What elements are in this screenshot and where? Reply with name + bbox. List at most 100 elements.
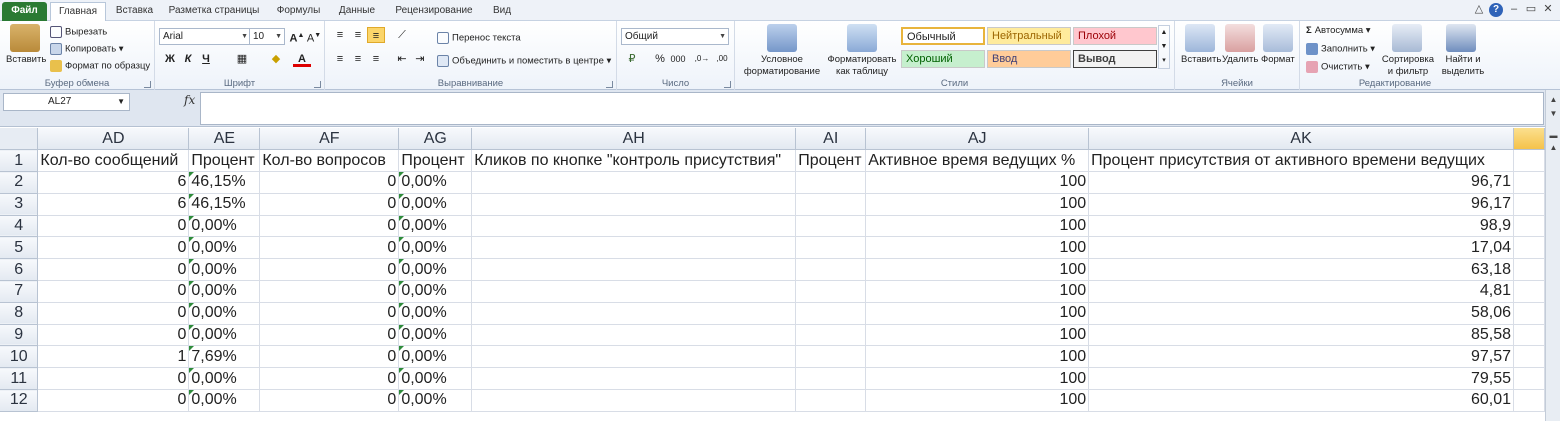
cell-af[interactable]: 0: [259, 280, 400, 303]
cell-al[interactable]: [1513, 324, 1545, 347]
cell-ai[interactable]: [795, 280, 867, 303]
cell[interactable]: Кликов по кнопке "контроль присутствия": [471, 149, 797, 173]
cell-aj[interactable]: 100: [865, 324, 1090, 347]
font-launcher-icon[interactable]: [314, 81, 321, 88]
collapse-ribbon-icon[interactable]: △: [1472, 3, 1486, 17]
cell-ag[interactable]: 0,00%: [398, 324, 473, 347]
shrink-font-button[interactable]: A▼: [305, 28, 323, 45]
bold-button[interactable]: Ж: [161, 51, 179, 67]
cell-ad[interactable]: 6: [37, 171, 190, 194]
format-as-table-icon[interactable]: [847, 24, 877, 52]
cell-ae[interactable]: 46,15%: [188, 193, 261, 216]
cell-ak[interactable]: 17,04: [1088, 236, 1515, 260]
cell-aj[interactable]: 100: [865, 345, 1090, 369]
cell-aj[interactable]: 100: [865, 258, 1090, 282]
cell-aj[interactable]: 100: [865, 236, 1090, 260]
cell-af[interactable]: 0: [259, 324, 400, 347]
underline-button[interactable]: Ч: [197, 51, 215, 67]
cell-ai[interactable]: [795, 302, 867, 325]
increase-indent-icon[interactable]: ⇥: [411, 51, 429, 67]
cell[interactable]: Процент: [795, 149, 867, 173]
cell[interactable]: Процент: [188, 149, 261, 173]
column-header-aj[interactable]: AJ: [865, 128, 1090, 151]
style-input[interactable]: Ввод: [987, 50, 1071, 68]
cell-ad[interactable]: 1: [37, 345, 190, 369]
minimize-icon[interactable]: –: [1507, 3, 1521, 17]
cell-aj[interactable]: 100: [865, 193, 1090, 216]
fill-button[interactable]: Заполнить ▾: [1306, 43, 1375, 56]
restore-icon[interactable]: ▭: [1524, 3, 1538, 17]
number-launcher-icon[interactable]: [724, 81, 731, 88]
scroll-up-icon[interactable]: ▲: [1548, 142, 1559, 153]
cell-ai[interactable]: [795, 215, 867, 238]
tab-file[interactable]: Файл: [2, 2, 47, 21]
cell-ad[interactable]: 0: [37, 302, 190, 325]
cell-ae[interactable]: 0,00%: [188, 302, 261, 325]
cell-al[interactable]: [1513, 236, 1545, 260]
cell-ae[interactable]: 7,69%: [188, 345, 261, 369]
tab-formulas[interactable]: Формулы: [271, 2, 326, 21]
style-normal[interactable]: Обычный: [901, 27, 985, 45]
align-top-icon[interactable]: ≡: [331, 27, 349, 43]
cell-ag[interactable]: 0,00%: [398, 389, 473, 412]
style-neutral[interactable]: Нейтральный: [987, 27, 1071, 45]
cell[interactable]: Процент: [398, 149, 473, 173]
cell-ag[interactable]: 0,00%: [398, 345, 473, 369]
decrease-decimal-icon[interactable]: ,00: [713, 51, 731, 67]
cell-ah[interactable]: [471, 258, 797, 282]
cell-ai[interactable]: [795, 324, 867, 347]
sort-filter-icon[interactable]: [1392, 24, 1422, 52]
column-header-ah[interactable]: AH: [471, 128, 797, 151]
cell-ah[interactable]: [471, 236, 797, 260]
column-header-ae[interactable]: AE: [188, 128, 261, 151]
font-name-select[interactable]: Arial ▼: [159, 28, 251, 45]
cell-ah[interactable]: [471, 215, 797, 238]
borders-icon[interactable]: ▦: [233, 51, 251, 67]
cell-ak[interactable]: 60,01: [1088, 389, 1515, 412]
row-header[interactable]: 11: [0, 367, 39, 391]
cell-ah[interactable]: [471, 345, 797, 369]
cell-ai[interactable]: [795, 258, 867, 282]
cell-af[interactable]: 0: [259, 236, 400, 260]
cell[interactable]: Процент присутствия от активного времени…: [1088, 149, 1515, 173]
cell-ah[interactable]: [471, 324, 797, 347]
row-header[interactable]: 1: [0, 149, 39, 173]
cell-ag[interactable]: 0,00%: [398, 302, 473, 325]
cell-ad[interactable]: 6: [37, 193, 190, 216]
scroll-down-icon[interactable]: ▼: [1548, 108, 1559, 119]
align-bottom-icon[interactable]: ≡: [367, 27, 385, 43]
cell[interactable]: Кол-во вопросов: [259, 149, 400, 173]
tab-home[interactable]: Главная: [50, 2, 106, 22]
cell-af[interactable]: 0: [259, 258, 400, 282]
cell-ai[interactable]: [795, 389, 867, 412]
cell-ae[interactable]: 0,00%: [188, 258, 261, 282]
font-size-select[interactable]: 10 ▼: [249, 28, 285, 45]
cell-ah[interactable]: [471, 389, 797, 412]
cell-ae[interactable]: 0,00%: [188, 236, 261, 260]
cell-af[interactable]: 0: [259, 389, 400, 412]
tab-data[interactable]: Данные: [334, 2, 380, 21]
cell-ai[interactable]: [795, 345, 867, 369]
help-icon[interactable]: ?: [1489, 3, 1503, 17]
row-header[interactable]: 3: [0, 193, 39, 216]
cell-ah[interactable]: [471, 193, 797, 216]
cell-ad[interactable]: 0: [37, 389, 190, 412]
tab-insert[interactable]: Вставка: [112, 2, 157, 21]
row-header[interactable]: 5: [0, 236, 39, 260]
font-color-icon[interactable]: A: [293, 51, 311, 67]
cell-al[interactable]: [1513, 215, 1545, 238]
insert-cells-icon[interactable]: [1185, 24, 1215, 52]
cell-ak[interactable]: 58,06: [1088, 302, 1515, 325]
cell-af[interactable]: 0: [259, 367, 400, 391]
cell-aj[interactable]: 100: [865, 280, 1090, 303]
cell-al[interactable]: [1513, 258, 1545, 282]
increase-decimal-icon[interactable]: ,0→: [693, 51, 711, 67]
column-header-ai[interactable]: AI: [795, 128, 867, 151]
conditional-format-icon[interactable]: [767, 24, 797, 52]
cell-ah[interactable]: [471, 280, 797, 303]
cell-af[interactable]: 0: [259, 171, 400, 194]
cell-af[interactable]: 0: [259, 345, 400, 369]
wrap-text-button[interactable]: Перенос текста: [437, 32, 521, 45]
cell-ae[interactable]: 0,00%: [188, 367, 261, 391]
italic-button[interactable]: К: [179, 51, 197, 67]
